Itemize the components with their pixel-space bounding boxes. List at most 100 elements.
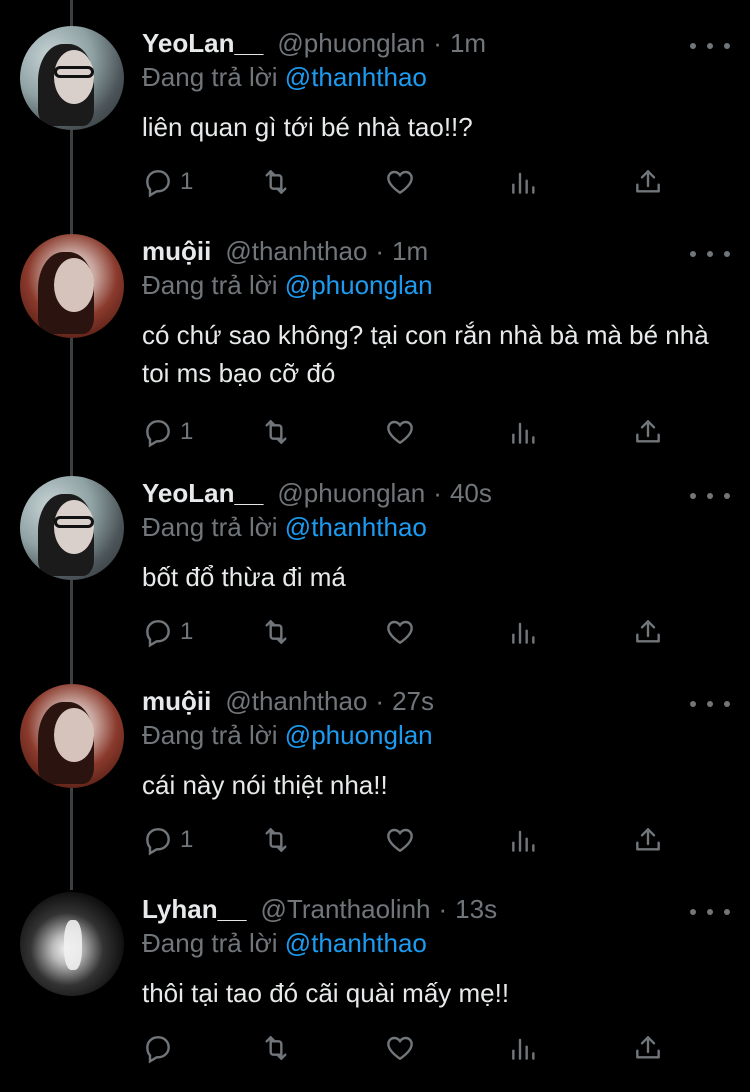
tweet[interactable]: muộii @thanhthao · 27s Đang trả lời @phu… — [0, 658, 750, 866]
retweet-button[interactable] — [260, 162, 292, 202]
timestamp[interactable]: 1m — [450, 28, 486, 59]
retweet-icon — [265, 170, 287, 194]
more-icon[interactable] — [690, 694, 730, 714]
reply-icon — [146, 170, 170, 198]
heart-icon — [387, 420, 413, 445]
mention-link[interactable]: @thanhthao — [285, 62, 427, 92]
display-name[interactable]: muộii — [142, 686, 211, 717]
stats-icon — [512, 622, 535, 644]
stats-button[interactable] — [508, 412, 540, 452]
display-name[interactable]: muộii — [142, 236, 211, 267]
tweet-header: Lyhan__ @Tranthaolinh · 13s — [142, 894, 497, 925]
username[interactable]: @Tranthaolinh — [261, 894, 431, 925]
avatar[interactable] — [20, 892, 124, 996]
retweet-button[interactable] — [260, 820, 292, 860]
replying-prefix: Đang trả lời — [142, 512, 278, 542]
share-icon — [636, 1036, 660, 1059]
separator-dot: · — [433, 28, 442, 58]
heart-icon — [387, 828, 413, 853]
heart-icon — [387, 1036, 413, 1061]
avatar[interactable] — [20, 684, 124, 788]
share-icon — [636, 620, 660, 643]
like-button[interactable] — [384, 1028, 416, 1068]
share-button[interactable] — [632, 412, 664, 452]
timestamp[interactable]: 1m — [392, 236, 428, 267]
tweet-actions: 1 — [142, 412, 682, 452]
stats-button[interactable] — [508, 1028, 540, 1068]
tweet-text: cái này nói thiệt nha!! — [142, 770, 388, 800]
share-icon — [636, 420, 660, 443]
retweet-icon — [265, 828, 287, 852]
display-name[interactable]: Lyhan__ — [142, 894, 247, 925]
share-button[interactable] — [632, 820, 664, 860]
tweet-header: YeoLan__ @phuonglan · 40s — [142, 478, 492, 509]
retweet-button[interactable] — [260, 412, 292, 452]
timestamp[interactable]: 27s — [392, 686, 434, 717]
username[interactable]: @phuonglan — [277, 28, 425, 59]
retweet-button[interactable] — [260, 612, 292, 652]
mention-link[interactable]: @phuonglan — [285, 270, 433, 300]
replying-to: Đang trả lời @phuonglan — [142, 720, 433, 751]
mention-link[interactable]: @thanhthao — [285, 928, 427, 958]
retweet-icon — [265, 620, 287, 644]
reply-button[interactable]: 1 — [142, 820, 193, 860]
username[interactable]: @phuonglan — [277, 478, 425, 509]
reply-count: 1 — [180, 168, 194, 195]
share-button[interactable] — [632, 162, 664, 202]
separator-dot: · — [433, 478, 442, 508]
reply-icon — [146, 420, 170, 448]
tweet-header: muộii @thanhthao · 1m — [142, 236, 428, 267]
username[interactable]: @thanhthao — [225, 686, 367, 717]
stats-icon — [512, 1038, 535, 1060]
timestamp[interactable]: 40s — [450, 478, 492, 509]
display-name[interactable]: YeoLan__ — [142, 478, 263, 509]
more-icon[interactable] — [690, 902, 730, 922]
more-icon[interactable] — [690, 36, 730, 56]
tweet-text: liên quan gì tới bé nhà tao!!? — [142, 112, 473, 142]
tweet[interactable]: muộii @thanhthao · 1m Đang trả lời @phuo… — [0, 208, 750, 458]
mention-link[interactable]: @thanhthao — [285, 512, 427, 542]
username[interactable]: @thanhthao — [225, 236, 367, 267]
tweet-text: thôi tại tao đó cãi quài mấy mẹ!! — [142, 978, 510, 1008]
like-button[interactable] — [384, 820, 416, 860]
tweet-actions: 1 — [142, 162, 682, 202]
stats-button[interactable] — [508, 612, 540, 652]
stats-button[interactable] — [508, 820, 540, 860]
tweet-actions — [142, 1028, 682, 1068]
separator-dot: · — [375, 236, 385, 266]
avatar[interactable] — [20, 476, 124, 580]
tweet[interactable]: YeoLan__ @phuonglan · 1m Đang trả lời @t… — [0, 0, 750, 208]
tweet-actions: 1 — [142, 612, 682, 652]
like-button[interactable] — [384, 412, 416, 452]
separator-dot: · — [438, 894, 448, 924]
more-icon[interactable] — [690, 244, 730, 264]
stats-button[interactable] — [508, 162, 540, 202]
avatar[interactable] — [20, 26, 124, 130]
stats-icon — [512, 422, 535, 444]
reply-button[interactable]: 1 — [142, 612, 193, 652]
reply-button[interactable]: 1 — [142, 412, 193, 452]
like-button[interactable] — [384, 612, 416, 652]
tweet-text: có chứ sao không? tại con rắn nhà bà mà … — [142, 320, 709, 388]
like-button[interactable] — [384, 162, 416, 202]
reply-icon — [146, 828, 170, 856]
replying-prefix: Đang trả lời — [142, 62, 278, 92]
reply-button[interactable]: 1 — [142, 162, 193, 202]
display-name[interactable]: YeoLan__ — [142, 28, 263, 59]
timestamp[interactable]: 13s — [455, 894, 497, 925]
tweet[interactable]: YeoLan__ @phuonglan · 40s Đang trả lời @… — [0, 450, 750, 658]
share-button[interactable] — [632, 1028, 664, 1068]
replying-prefix: Đang trả lời — [142, 720, 278, 750]
tweet[interactable]: Lyhan__ @Tranthaolinh · 13s Đang trả lời… — [0, 866, 750, 1074]
retweet-icon — [265, 1036, 287, 1060]
share-button[interactable] — [632, 612, 664, 652]
avatar[interactable] — [20, 234, 124, 338]
mention-link[interactable]: @phuonglan — [285, 720, 433, 750]
replying-to: Đang trả lời @thanhthao — [142, 928, 427, 959]
tweet-actions: 1 — [142, 820, 682, 860]
retweet-icon — [265, 420, 287, 444]
replying-to: Đang trả lời @thanhthao — [142, 62, 427, 93]
reply-button[interactable] — [142, 1028, 180, 1068]
more-icon[interactable] — [690, 486, 730, 506]
retweet-button[interactable] — [260, 1028, 292, 1068]
